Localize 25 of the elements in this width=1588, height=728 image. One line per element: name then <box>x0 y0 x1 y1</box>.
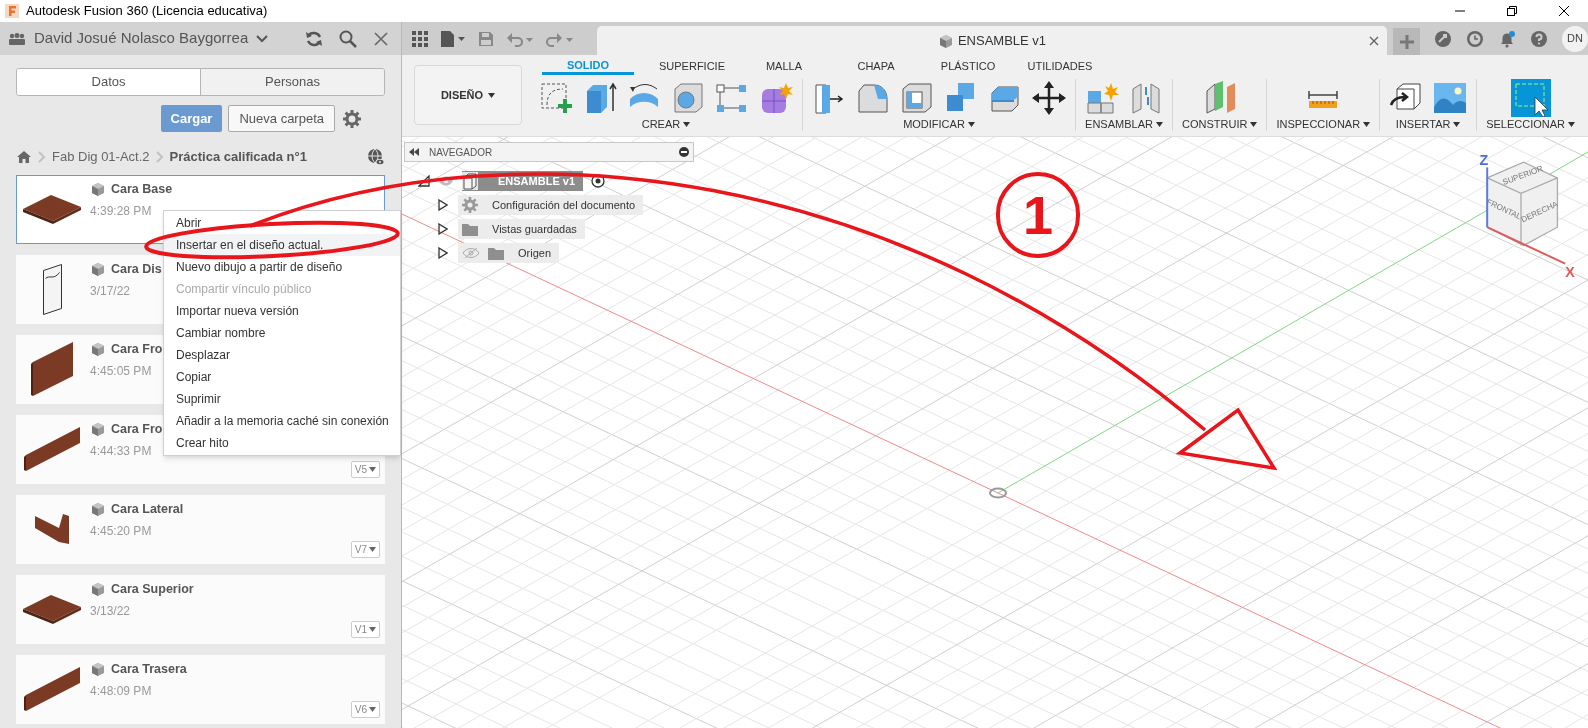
menu-item: Compartir vínculo público <box>175 281 313 298</box>
file-date: 4:39:28 PM <box>90 202 153 220</box>
file-date: 4:45:20 PM <box>90 522 153 540</box>
navigator-title: NAVEGADOR <box>429 145 493 160</box>
file-name: Cara Superior <box>111 581 194 598</box>
axis-label: X <box>1565 263 1575 280</box>
component-name: ENSAMBLE v1 <box>498 173 576 189</box>
file-date: 4:45:05 PM <box>90 362 153 380</box>
file-date: 3/17/22 <box>90 282 132 300</box>
axis-label: Z <box>1479 151 1489 168</box>
file-name: Cara Trasera <box>111 661 187 678</box>
node-label: Origen <box>518 245 552 261</box>
file-date: 4:44:33 PM <box>90 442 153 460</box>
file-date: 3/13/22 <box>90 602 132 620</box>
file-name: Cara Fro <box>111 341 163 358</box>
node-label: Configuración del documento <box>492 197 636 213</box>
file-name: Cara Lateral <box>111 501 184 518</box>
step-number: 1 <box>996 172 1080 258</box>
file-name: Cara Dis <box>111 261 162 278</box>
document-title: ENSAMBLE v1 <box>957 31 1047 50</box>
node-label: Vistas guardadas <box>492 221 577 237</box>
window-title: Autodesk Fusion 360 (Licencia educativa) <box>26 2 268 21</box>
file-date: 4:48:09 PM <box>90 682 153 700</box>
file-name: Cara Fro <box>111 421 163 438</box>
file-name: Cara Base <box>111 181 173 198</box>
